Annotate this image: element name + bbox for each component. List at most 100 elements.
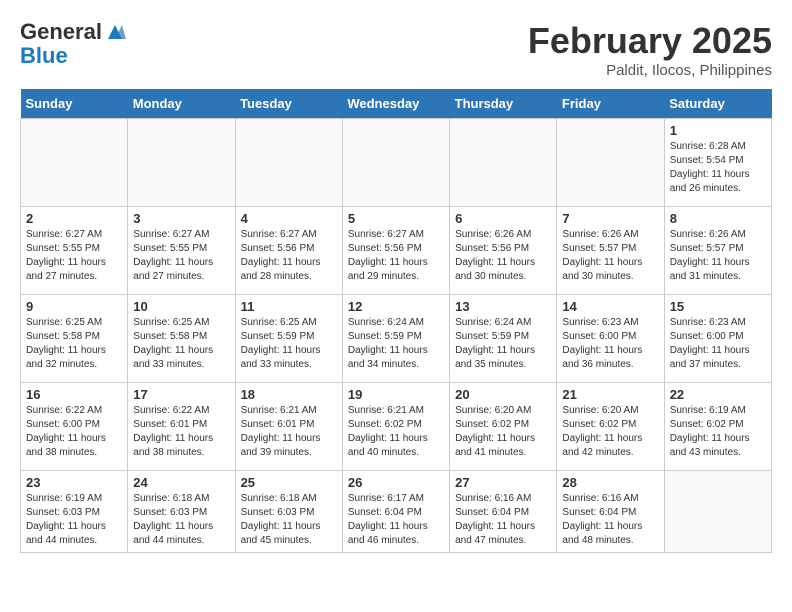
day-info: Sunrise: 6:19 AM Sunset: 6:03 PM Dayligh…	[26, 492, 122, 548]
calendar-cell: 24 Sunrise: 6:18 AM Sunset: 6:03 PM Dayli…	[128, 471, 235, 553]
day-number: 1	[670, 123, 766, 138]
day-info: Sunrise: 6:22 AM Sunset: 6:00 PM Dayligh…	[26, 404, 122, 460]
calendar-cell: 12 Sunrise: 6:24 AM Sunset: 5:59 PM Dayli…	[342, 295, 449, 383]
day-number: 24	[133, 475, 229, 490]
day-number: 13	[455, 299, 551, 314]
day-of-week-header: Tuesday	[235, 89, 342, 119]
day-of-week-header: Sunday	[21, 89, 128, 119]
calendar-cell: 28 Sunrise: 6:16 AM Sunset: 6:04 PM Dayli…	[557, 471, 664, 553]
calendar-cell: 21 Sunrise: 6:20 AM Sunset: 6:02 PM Dayli…	[557, 383, 664, 471]
day-of-week-header: Saturday	[664, 89, 771, 119]
calendar-cell	[450, 119, 557, 207]
day-of-week-header: Thursday	[450, 89, 557, 119]
calendar-cell: 11 Sunrise: 6:25 AM Sunset: 5:59 PM Dayli…	[235, 295, 342, 383]
calendar-cell: 5 Sunrise: 6:27 AM Sunset: 5:56 PM Daylig…	[342, 207, 449, 295]
day-info: Sunrise: 6:25 AM Sunset: 5:58 PM Dayligh…	[26, 316, 122, 372]
logo-icon	[104, 21, 126, 43]
calendar-cell: 1 Sunrise: 6:28 AM Sunset: 5:54 PM Daylig…	[664, 119, 771, 207]
day-info: Sunrise: 6:20 AM Sunset: 6:02 PM Dayligh…	[562, 404, 658, 460]
day-info: Sunrise: 6:26 AM Sunset: 5:57 PM Dayligh…	[670, 228, 766, 284]
calendar-week-row: 1 Sunrise: 6:28 AM Sunset: 5:54 PM Daylig…	[21, 119, 772, 207]
day-info: Sunrise: 6:25 AM Sunset: 5:59 PM Dayligh…	[241, 316, 337, 372]
location-subtitle: Paldit, Ilocos, Philippines	[528, 62, 772, 79]
day-info: Sunrise: 6:28 AM Sunset: 5:54 PM Dayligh…	[670, 140, 766, 196]
calendar-cell	[235, 119, 342, 207]
title-area: February 2025 Paldit, Ilocos, Philippine…	[528, 20, 772, 79]
day-number: 9	[26, 299, 122, 314]
day-info: Sunrise: 6:21 AM Sunset: 6:01 PM Dayligh…	[241, 404, 337, 460]
day-info: Sunrise: 6:27 AM Sunset: 5:55 PM Dayligh…	[133, 228, 229, 284]
day-of-week-header: Wednesday	[342, 89, 449, 119]
day-info: Sunrise: 6:21 AM Sunset: 6:02 PM Dayligh…	[348, 404, 444, 460]
logo: General Blue	[20, 20, 126, 68]
day-info: Sunrise: 6:24 AM Sunset: 5:59 PM Dayligh…	[348, 316, 444, 372]
day-info: Sunrise: 6:23 AM Sunset: 6:00 PM Dayligh…	[562, 316, 658, 372]
calendar-cell: 7Sunrise: 6:26 AM Sunset: 5:57 PM Daylig…	[557, 207, 664, 295]
day-number: 18	[241, 387, 337, 402]
calendar-cell: 18 Sunrise: 6:21 AM Sunset: 6:01 PM Dayli…	[235, 383, 342, 471]
calendar-week-row: 2 Sunrise: 6:27 AM Sunset: 5:55 PM Daylig…	[21, 207, 772, 295]
calendar-cell: 25Sunrise: 6:18 AM Sunset: 6:03 PM Dayli…	[235, 471, 342, 553]
page-header: General Blue February 2025 Paldit, Iloco…	[20, 20, 772, 79]
calendar-cell: 6 Sunrise: 6:26 AM Sunset: 5:56 PM Daylig…	[450, 207, 557, 295]
calendar-cell: 13 Sunrise: 6:24 AM Sunset: 5:59 PM Dayli…	[450, 295, 557, 383]
calendar-cell: 19 Sunrise: 6:21 AM Sunset: 6:02 PM Dayli…	[342, 383, 449, 471]
calendar-week-row: 9 Sunrise: 6:25 AM Sunset: 5:58 PM Daylig…	[21, 295, 772, 383]
calendar-cell: 3 Sunrise: 6:27 AM Sunset: 5:55 PM Daylig…	[128, 207, 235, 295]
day-of-week-header: Friday	[557, 89, 664, 119]
calendar-cell: 14 Sunrise: 6:23 AM Sunset: 6:00 PM Dayli…	[557, 295, 664, 383]
day-number: 5	[348, 211, 444, 226]
day-number: 7	[562, 211, 658, 226]
day-number: 21	[562, 387, 658, 402]
calendar-cell: 23 Sunrise: 6:19 AM Sunset: 6:03 PM Dayli…	[21, 471, 128, 553]
day-of-week-header: Monday	[128, 89, 235, 119]
day-info: Sunrise: 6:26 AM Sunset: 5:56 PM Dayligh…	[455, 228, 551, 284]
calendar-cell	[664, 471, 771, 553]
day-number: 8	[670, 211, 766, 226]
day-info: Sunrise: 6:16 AM Sunset: 6:04 PM Dayligh…	[455, 492, 551, 548]
day-number: 28	[562, 475, 658, 490]
day-number: 23	[26, 475, 122, 490]
day-number: 6	[455, 211, 551, 226]
logo-general-text: General	[20, 20, 102, 44]
calendar-cell: 15Sunrise: 6:23 AM Sunset: 6:00 PM Dayli…	[664, 295, 771, 383]
day-info: Sunrise: 6:27 AM Sunset: 5:56 PM Dayligh…	[241, 228, 337, 284]
days-header-row: SundayMondayTuesdayWednesdayThursdayFrid…	[21, 89, 772, 119]
day-number: 17	[133, 387, 229, 402]
calendar-week-row: 23 Sunrise: 6:19 AM Sunset: 6:03 PM Dayli…	[21, 471, 772, 553]
day-info: Sunrise: 6:22 AM Sunset: 6:01 PM Dayligh…	[133, 404, 229, 460]
day-info: Sunrise: 6:18 AM Sunset: 6:03 PM Dayligh…	[133, 492, 229, 548]
day-info: Sunrise: 6:27 AM Sunset: 5:56 PM Dayligh…	[348, 228, 444, 284]
calendar-cell: 26Sunrise: 6:17 AM Sunset: 6:04 PM Dayli…	[342, 471, 449, 553]
day-number: 20	[455, 387, 551, 402]
day-info: Sunrise: 6:16 AM Sunset: 6:04 PM Dayligh…	[562, 492, 658, 548]
calendar-cell	[128, 119, 235, 207]
day-number: 4	[241, 211, 337, 226]
day-number: 10	[133, 299, 229, 314]
day-number: 12	[348, 299, 444, 314]
calendar-table: SundayMondayTuesdayWednesdayThursdayFrid…	[20, 89, 772, 553]
day-number: 11	[241, 299, 337, 314]
calendar-week-row: 16Sunrise: 6:22 AM Sunset: 6:00 PM Dayli…	[21, 383, 772, 471]
calendar-cell: 4 Sunrise: 6:27 AM Sunset: 5:56 PM Daylig…	[235, 207, 342, 295]
day-number: 19	[348, 387, 444, 402]
month-title: February 2025	[528, 20, 772, 62]
day-info: Sunrise: 6:23 AM Sunset: 6:00 PM Dayligh…	[670, 316, 766, 372]
day-info: Sunrise: 6:20 AM Sunset: 6:02 PM Dayligh…	[455, 404, 551, 460]
calendar-cell: 8 Sunrise: 6:26 AM Sunset: 5:57 PM Daylig…	[664, 207, 771, 295]
day-info: Sunrise: 6:18 AM Sunset: 6:03 PM Dayligh…	[241, 492, 337, 548]
day-info: Sunrise: 6:19 AM Sunset: 6:02 PM Dayligh…	[670, 404, 766, 460]
day-info: Sunrise: 6:24 AM Sunset: 5:59 PM Dayligh…	[455, 316, 551, 372]
day-number: 26	[348, 475, 444, 490]
calendar-cell: 10Sunrise: 6:25 AM Sunset: 5:58 PM Dayli…	[128, 295, 235, 383]
day-number: 27	[455, 475, 551, 490]
day-number: 3	[133, 211, 229, 226]
day-number: 22	[670, 387, 766, 402]
day-number: 2	[26, 211, 122, 226]
calendar-cell: 17 Sunrise: 6:22 AM Sunset: 6:01 PM Dayli…	[128, 383, 235, 471]
logo-blue-text: Blue	[20, 44, 126, 68]
day-number: 14	[562, 299, 658, 314]
calendar-cell: 9 Sunrise: 6:25 AM Sunset: 5:58 PM Daylig…	[21, 295, 128, 383]
day-info: Sunrise: 6:27 AM Sunset: 5:55 PM Dayligh…	[26, 228, 122, 284]
calendar-cell	[342, 119, 449, 207]
